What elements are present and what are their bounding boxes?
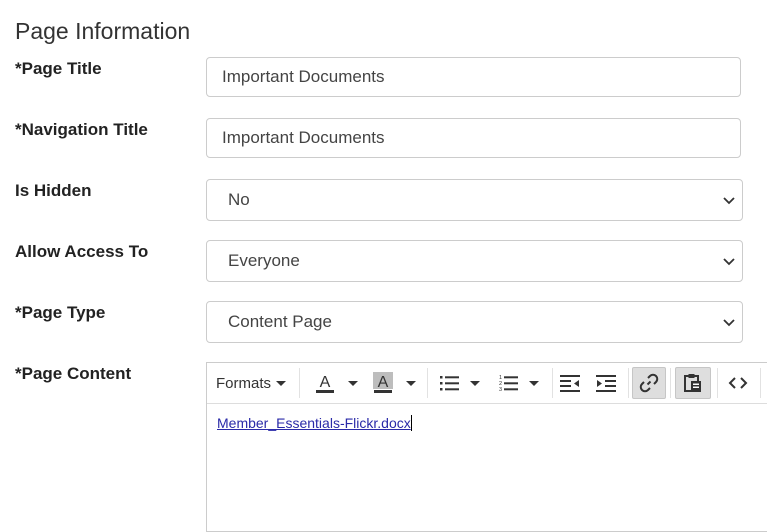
chevron-down-icon [723, 258, 735, 266]
link-button[interactable] [632, 367, 666, 399]
editor-content[interactable]: Member_Essentials-Flickr.docx [217, 415, 412, 431]
page-type-label: *Page Type [15, 303, 106, 322]
is-hidden-value: No [228, 190, 250, 209]
link-icon [639, 373, 659, 393]
paste-icon [684, 374, 701, 392]
formats-dropdown[interactable]: Formats [213, 367, 289, 399]
section-title: Page Information [15, 18, 191, 44]
page-type-value: Content Page [228, 312, 332, 331]
allow-access-value: Everyone [228, 251, 300, 270]
background-color-icon: A [373, 372, 393, 393]
is-hidden-select[interactable]: No [206, 179, 743, 221]
allow-access-label: Allow Access To [15, 242, 149, 261]
indent-icon [596, 375, 616, 392]
formats-label: Formats [215, 374, 271, 392]
toolbar-divider [427, 368, 428, 398]
page-title-label: *Page Title [15, 59, 102, 78]
caret-down-icon [529, 380, 539, 386]
toolbar-divider [552, 368, 553, 398]
bullet-list-icon [440, 376, 459, 391]
page-content-label: *Page Content [15, 364, 132, 383]
is-hidden-label: Is Hidden [15, 181, 92, 200]
caret-down-icon [348, 380, 358, 386]
navigation-title-input[interactable] [206, 118, 741, 158]
page-type-select[interactable]: Content Page [206, 301, 743, 343]
chevron-down-icon [723, 319, 735, 327]
outdent-button[interactable] [554, 367, 586, 399]
paste-button[interactable] [675, 367, 711, 399]
toolbar-divider [717, 368, 718, 398]
toolbar-divider [670, 368, 671, 398]
rich-text-editor: Formats A A 1 2 3 Member_Essentials-Flic… [206, 362, 767, 532]
svg-text:3: 3 [499, 387, 502, 392]
source-code-icon [728, 377, 748, 389]
caret-down-icon [276, 380, 286, 386]
caret-down-icon [406, 380, 416, 386]
source-code-button[interactable] [721, 367, 755, 399]
page-title-input[interactable] [206, 57, 741, 97]
background-color-button[interactable]: A [367, 367, 421, 399]
allow-access-select[interactable]: Everyone [206, 240, 743, 282]
outdent-icon [560, 375, 580, 392]
bullet-list-button[interactable] [435, 367, 485, 399]
svg-text:A: A [320, 374, 331, 391]
document-link[interactable]: Member_Essentials-Flickr.docx [217, 415, 411, 431]
svg-text:A: A [378, 374, 389, 391]
numbered-list-button[interactable]: 1 2 3 [493, 367, 545, 399]
numbered-list-icon: 1 2 3 [499, 375, 518, 392]
toolbar-divider [760, 368, 761, 398]
chevron-down-icon [723, 197, 735, 205]
text-color-icon: A [316, 374, 334, 393]
text-cursor [410, 415, 412, 431]
text-color-button[interactable]: A [309, 367, 363, 399]
caret-down-icon [470, 380, 480, 386]
editor-toolbar: Formats A A 1 2 3 [207, 363, 767, 404]
toolbar-divider [628, 368, 629, 398]
indent-button[interactable] [590, 367, 622, 399]
toolbar-divider [299, 368, 300, 398]
navigation-title-label: *Navigation Title [15, 120, 148, 139]
